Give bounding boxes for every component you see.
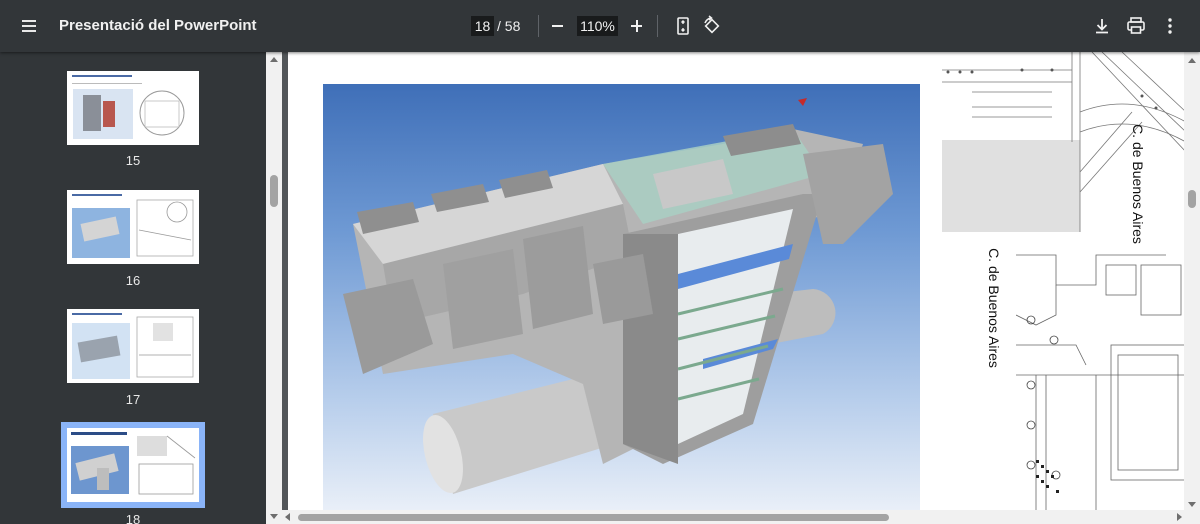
viewer-scroll-up-icon[interactable] — [1188, 58, 1196, 63]
zoom-in-button[interactable] — [628, 15, 646, 37]
station-3d-render — [323, 84, 920, 510]
page-total: / 58 — [497, 18, 521, 34]
thumbnail-label-17: 17 — [125, 392, 141, 407]
site-plan-top — [942, 52, 1186, 232]
sidebar-scrollbar[interactable] — [266, 52, 282, 524]
print-icon[interactable] — [1124, 14, 1148, 38]
scroll-up-arrow-icon[interactable] — [270, 57, 278, 62]
sidebar-scrollbar-thumb[interactable] — [270, 175, 278, 207]
more-options-icon[interactable] — [1158, 14, 1182, 38]
thumbnail-page-17[interactable] — [67, 309, 199, 383]
scroll-down-arrow-icon[interactable] — [270, 514, 278, 519]
thumbnail-label-16: 16 — [125, 273, 141, 288]
divider — [657, 15, 658, 37]
fit-page-icon[interactable] — [671, 14, 695, 38]
street-label-top: C. de Buenos Aires — [1129, 124, 1146, 244]
rotate-icon[interactable] — [700, 14, 724, 38]
viewer-vertical-scrollbar[interactable] — [1184, 52, 1200, 510]
menu-icon[interactable] — [16, 14, 42, 38]
zoom-input[interactable]: 110% — [577, 16, 618, 36]
thumbnail-page-18[interactable] — [61, 422, 205, 508]
street-label-bottom: C. de Buenos Aires — [985, 248, 1002, 368]
thumbnail-page-16[interactable] — [67, 190, 199, 264]
thumbnail-label-15: 15 — [125, 153, 141, 168]
scroll-right-arrow-icon[interactable] — [1177, 513, 1182, 521]
viewer-vertical-scrollbar-thumb[interactable] — [1188, 190, 1196, 208]
thumbnail-label-18: 18 — [125, 512, 141, 524]
thumbnail-sidebar: 15 16 17 18 — [0, 52, 266, 524]
toolbar: Presentació del PowerPoint 18 / 58 110% — [0, 0, 1200, 52]
download-icon[interactable] — [1090, 14, 1114, 38]
thumbnail-page-15[interactable] — [67, 71, 199, 145]
document-title: Presentació del PowerPoint — [59, 17, 257, 34]
divider — [538, 15, 539, 37]
scroll-left-arrow-icon[interactable] — [285, 513, 290, 521]
page-number-input[interactable]: 18 — [471, 16, 494, 36]
viewer-scroll-down-icon[interactable] — [1188, 502, 1196, 507]
viewer-horizontal-scrollbar-thumb[interactable] — [298, 514, 889, 521]
zoom-out-button[interactable] — [549, 15, 567, 37]
site-plan-bottom — [1016, 245, 1186, 510]
